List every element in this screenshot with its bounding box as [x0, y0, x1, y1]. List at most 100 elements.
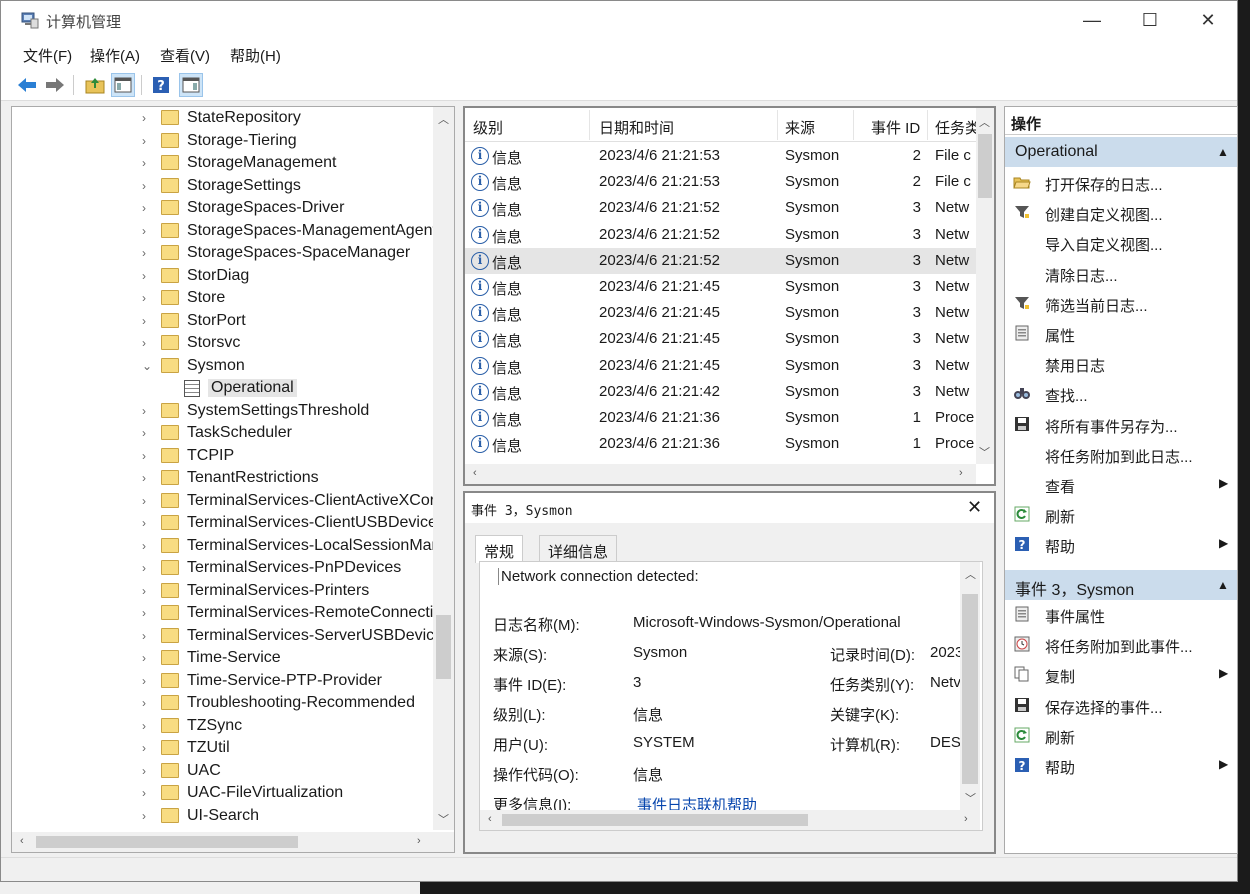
tree-item[interactable]: › TZSync [12, 716, 432, 738]
expand-chevron-right-icon[interactable]: › [142, 269, 154, 283]
expand-chevron-right-icon[interactable]: › [142, 291, 154, 305]
action-item[interactable]: 刷新 [1005, 500, 1237, 530]
action-item[interactable]: ? 帮助 ▶ [1005, 530, 1237, 560]
scroll-down-icon[interactable]: ﹀ [965, 790, 976, 806]
show-hide-action-pane-button[interactable] [179, 73, 203, 97]
collapse-caret-icon[interactable]: ▲ [1217, 578, 1229, 592]
tree-item[interactable]: › UAC-FileVirtualization [12, 783, 432, 805]
collapse-caret-icon[interactable]: ▲ [1217, 145, 1229, 159]
event-row[interactable]: i 信息 2023/4/6 21:21:52 Sysmon 3 Netw [465, 195, 976, 221]
column-level[interactable]: 级别 [473, 117, 503, 138]
expand-chevron-right-icon[interactable]: › [142, 606, 154, 620]
expand-chevron-right-icon[interactable]: › [142, 336, 154, 350]
column-datetime[interactable]: 日期和时间 [599, 117, 674, 138]
tree-item[interactable]: › StorageSettings [12, 176, 432, 198]
scroll-up-icon[interactable]: ︿ [965, 566, 976, 582]
detail-scroll-thumb[interactable] [962, 594, 978, 784]
action-item[interactable]: 将任务附加到此事件... [1005, 630, 1237, 660]
column-task[interactable]: 任务类 [935, 117, 980, 138]
event-list-vertical-scrollbar[interactable]: ︿ ﹀ [976, 108, 994, 464]
event-list[interactable]: 级别 日期和时间 来源 事件 ID 任务类 i 信息 2023/4/6 21:21:… [463, 106, 996, 486]
event-list-horizontal-scrollbar[interactable]: ‹ › [465, 464, 976, 484]
detail-hscroll-thumb[interactable] [502, 814, 808, 826]
tree-item[interactable]: › TCPIP [12, 446, 432, 468]
up-folder-button[interactable] [83, 73, 107, 97]
tree-item[interactable]: › TerminalServices-Printers [12, 581, 432, 603]
action-item[interactable]: 查找... [1005, 379, 1237, 409]
expand-chevron-right-icon[interactable]: › [142, 561, 154, 575]
tab-details[interactable]: 详细信息 [539, 535, 618, 563]
column-event-id[interactable]: 事件 ID [871, 117, 920, 138]
tree-item[interactable]: › TerminalServices-LocalSessionMana [12, 536, 449, 558]
action-item[interactable]: 将所有事件另存为... [1005, 410, 1237, 440]
scroll-down-icon[interactable]: ﹀ [438, 811, 449, 827]
expand-chevron-right-icon[interactable]: › [142, 449, 154, 463]
event-row[interactable]: i 信息 2023/4/6 21:21:45 Sysmon 3 Netw [465, 300, 976, 326]
expand-chevron-right-icon[interactable]: › [142, 224, 154, 238]
scroll-up-icon[interactable]: ︿ [438, 111, 449, 127]
menu-file[interactable]: 文件(F) [23, 45, 72, 66]
level-value[interactable]: 信息 [633, 704, 663, 725]
expand-chevron-right-icon[interactable]: › [142, 719, 154, 733]
column-divider[interactable] [853, 110, 854, 140]
event-row[interactable]: i 信息 2023/4/6 21:21:45 Sysmon 3 Netw [465, 353, 976, 379]
expand-chevron-right-icon[interactable]: › [142, 764, 154, 778]
column-divider[interactable] [777, 110, 778, 140]
console-tree[interactable]: › StateRepository › Storage-Tiering › Storage… [11, 106, 455, 853]
action-item[interactable]: 查看 ▶ [1005, 470, 1237, 500]
tree-item[interactable]: › Troubleshooting-Recommended [12, 693, 432, 715]
tree-hscroll-thumb[interactable] [36, 836, 298, 848]
tree-item[interactable]: › UAC [12, 761, 432, 783]
scroll-left-icon[interactable]: ‹ [488, 813, 492, 825]
expand-chevron-right-icon[interactable]: › [142, 629, 154, 643]
expand-chevron-right-icon[interactable]: › [142, 696, 154, 710]
tree-item[interactable]: › TZUtil [12, 738, 432, 760]
action-item[interactable]: 清除日志... [1005, 259, 1237, 289]
log-name-value[interactable]: Microsoft-Windows-Sysmon/Operational [633, 614, 901, 631]
event-description[interactable]: Network connection detected: [498, 568, 699, 585]
action-item[interactable]: 刷新 [1005, 721, 1237, 751]
detail-close-icon[interactable]: ✕ [967, 497, 982, 518]
action-item[interactable]: 打开保存的日志... [1005, 168, 1237, 198]
expand-chevron-right-icon[interactable]: › [142, 404, 154, 418]
actions-section-event[interactable]: 事件 3，Sysmon ▲ [1005, 570, 1237, 600]
expand-chevron-right-icon[interactable]: › [142, 111, 154, 125]
action-item[interactable]: 复制 ▶ [1005, 660, 1237, 690]
action-item[interactable]: 将任务附加到此日志... [1005, 440, 1237, 470]
forward-button[interactable] [43, 73, 67, 97]
expand-chevron-right-icon[interactable]: › [142, 426, 154, 440]
expand-chevron-right-icon[interactable]: › [142, 494, 154, 508]
expand-chevron-right-icon[interactable]: › [142, 179, 154, 193]
expand-chevron-down-icon[interactable]: ⌄ [142, 359, 154, 373]
tree-item[interactable]: › SystemSettingsThreshold [12, 401, 432, 423]
expand-chevron-right-icon[interactable]: › [142, 539, 154, 553]
expand-chevron-right-icon[interactable]: › [142, 584, 154, 598]
tree-item[interactable]: › Time-Service [12, 648, 432, 670]
help-toolbar-button[interactable]: ? [149, 73, 173, 97]
tree-item[interactable]: › TerminalServices-RemoteConnectio [12, 603, 442, 625]
expand-chevron-right-icon[interactable]: › [142, 134, 154, 148]
event-id-value[interactable]: 3 [633, 674, 641, 691]
event-row[interactable]: i 信息 2023/4/6 21:21:53 Sysmon 2 File c [465, 169, 976, 195]
back-button[interactable] [15, 73, 39, 97]
event-row[interactable]: i 信息 2023/4/6 21:21:52 Sysmon 3 Netw [465, 222, 976, 248]
expand-chevron-right-icon[interactable]: › [142, 156, 154, 170]
action-item[interactable]: ? 帮助 ▶ [1005, 751, 1237, 781]
scroll-up-icon[interactable]: ︿ [979, 114, 990, 130]
tree-item[interactable]: › TenantRestrictions [12, 468, 432, 490]
tree-item[interactable]: › StorageManagement [12, 153, 432, 175]
tree-item[interactable]: ⌄ Sysmon [12, 356, 432, 378]
logged-value[interactable]: 2023 [930, 644, 963, 661]
opcode-value[interactable]: 信息 [633, 764, 663, 785]
menu-view[interactable]: 查看(V) [160, 45, 210, 66]
tree-horizontal-scrollbar[interactable]: ‹ › [12, 832, 454, 852]
tree-item[interactable]: › TerminalServices-PnPDevices [12, 558, 432, 580]
expand-chevron-right-icon[interactable]: › [142, 786, 154, 800]
expand-chevron-right-icon[interactable]: › [142, 471, 154, 485]
action-item[interactable]: 保存选择的事件... [1005, 691, 1237, 721]
scroll-right-icon[interactable]: › [964, 813, 968, 825]
tree-item[interactable]: › Storsvc [12, 333, 432, 355]
tree-item[interactable]: › TaskScheduler [12, 423, 432, 445]
tree-item[interactable]: › StorageSpaces-SpaceManager [12, 243, 432, 265]
expand-chevron-right-icon[interactable]: › [142, 674, 154, 688]
